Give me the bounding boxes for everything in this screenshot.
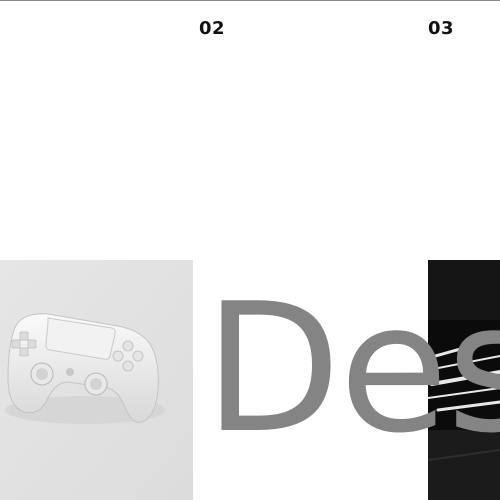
game-controller-image[interactable] [0, 260, 193, 500]
hero-word: Des [204, 265, 500, 472]
slide-number-03[interactable]: 03 [428, 18, 454, 39]
slide-number-02[interactable]: 02 [199, 18, 225, 39]
page: 02 03 Des [0, 0, 500, 500]
game-controller-icon [0, 260, 193, 500]
top-divider [0, 0, 500, 1]
